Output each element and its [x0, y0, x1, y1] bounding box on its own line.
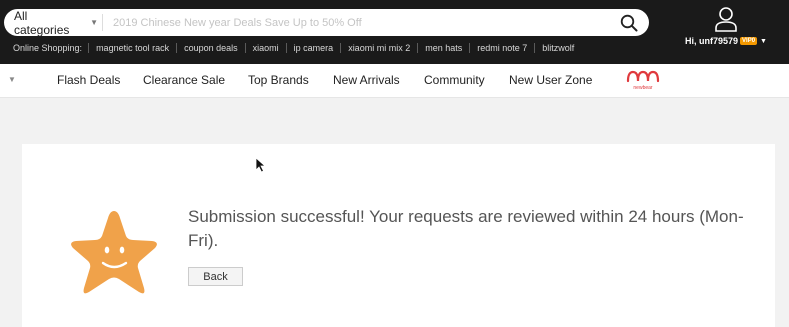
user-account-menu[interactable]: Hi, unf79579 VIP0 ▼ — [676, 6, 776, 58]
vip-badge: VIP0 — [740, 37, 758, 45]
quick-link[interactable]: xiaomi mi mix 2 — [340, 43, 417, 53]
categories-toggle-icon[interactable]: ▼ — [8, 75, 16, 84]
mouse-cursor-icon — [255, 157, 267, 173]
back-button[interactable]: Back — [188, 267, 243, 286]
quick-link[interactable]: coupon deals — [176, 43, 245, 53]
divider — [102, 14, 103, 31]
search-bar: All categories ▼ 2019 Chinese New year D… — [4, 9, 649, 37]
main-nav: ▼ Flash Deals Clearance Sale Top Brands … — [0, 64, 789, 98]
quick-link[interactable]: xiaomi — [244, 43, 286, 53]
top-header: All categories ▼ 2019 Chinese New year D… — [0, 0, 789, 64]
quick-link[interactable]: redmi note 7 — [469, 43, 534, 53]
success-message: Submission successful! Your requests are… — [188, 207, 744, 250]
nav-item-new-user-zone[interactable]: New User Zone — [509, 73, 592, 87]
chevron-down-icon: ▼ — [90, 18, 98, 27]
nav-item-community[interactable]: Community — [424, 73, 485, 87]
nav-item-new-arrivals[interactable]: New Arrivals — [333, 73, 400, 87]
quick-link[interactable]: blitzwolf — [534, 43, 581, 53]
brand-logo-text: newbear — [633, 85, 653, 91]
search-icon — [620, 14, 638, 31]
chevron-down-icon: ▼ — [760, 37, 767, 45]
search-input[interactable]: 2019 Chinese New year Deals Save Up to 5… — [113, 17, 615, 29]
category-label: All categories — [14, 8, 70, 37]
quick-links: Online Shopping: magnetic tool rack coup… — [13, 43, 581, 53]
user-icon — [715, 7, 737, 32]
nav-item-flash-deals[interactable]: Flash Deals — [57, 73, 120, 87]
nav-item-clearance-sale[interactable]: Clearance Sale — [143, 73, 225, 87]
user-greeting: Hi, unf79579 — [685, 36, 739, 46]
newbear-logo[interactable]: newbear — [625, 69, 663, 91]
star-mascot-icon — [71, 211, 157, 294]
quick-link[interactable]: magnetic tool rack — [88, 43, 176, 53]
quick-links-label: Online Shopping: — [13, 43, 83, 53]
quick-link[interactable]: ip camera — [285, 43, 341, 53]
quick-link[interactable]: men hats — [417, 43, 469, 53]
search-button[interactable] — [615, 9, 643, 36]
nav-item-top-brands[interactable]: Top Brands — [248, 73, 309, 87]
category-dropdown[interactable]: All categories ▼ — [4, 9, 98, 37]
